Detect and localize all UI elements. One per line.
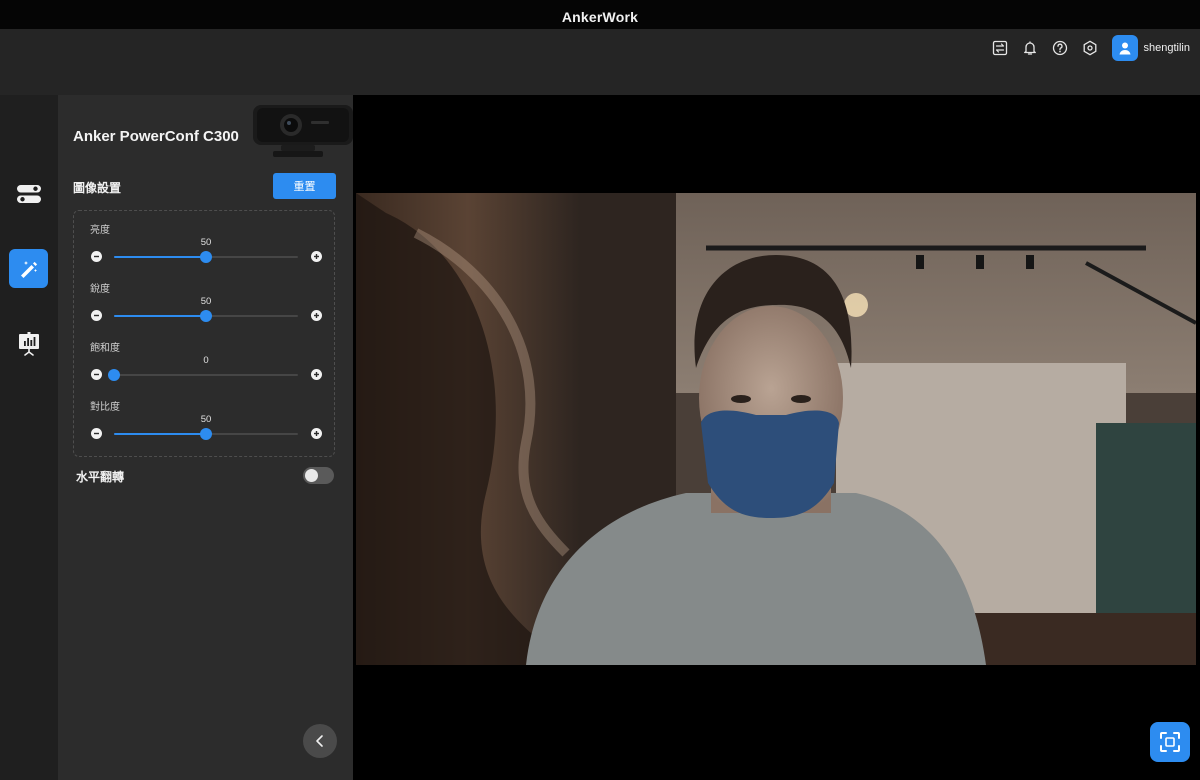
fullscreen-button[interactable] [1150, 722, 1190, 762]
sharpness-label: 銳度 [90, 284, 110, 295]
brightness-slider-thumb[interactable] [200, 250, 212, 263]
mirror-toggle-knob [305, 469, 318, 482]
settings-icon[interactable] [1080, 38, 1100, 58]
settings-panel: Anker PowerConf C300 圖像設置 重置 亮度 50 銳度 50… [58, 95, 353, 780]
minus-icon [94, 432, 99, 435]
sidebar-rail [0, 95, 58, 780]
sharpness-slider-row: 銳度 50 [74, 280, 334, 330]
saturation-slider-thumb[interactable] [108, 368, 120, 381]
image-sliders-group: 亮度 50 銳度 50 飽和度 0 對比度 50 [73, 210, 335, 457]
brightness-decrease-button[interactable] [91, 251, 102, 262]
saturation-decrease-button[interactable] [91, 369, 102, 380]
sidebar-item-presentation[interactable] [9, 324, 48, 363]
chevron-left-icon [316, 735, 323, 747]
collapse-panel-button[interactable] [303, 724, 337, 758]
sharpness-slider[interactable] [114, 309, 298, 322]
fullscreen-icon [1160, 732, 1180, 752]
avatar[interactable] [1111, 35, 1138, 61]
sidebar-item-image-settings[interactable] [9, 249, 48, 288]
app-title: AnkerWork [561, 9, 639, 25]
sharpness-value: 50 [200, 296, 212, 307]
user-icon [1119, 42, 1131, 55]
mirror-toggle-label: 水平翻轉 [76, 470, 125, 484]
contrast-label: 對比度 [90, 402, 120, 413]
contrast-decrease-button[interactable] [91, 428, 102, 439]
contrast-slider-row: 對比度 50 [74, 398, 334, 448]
reset-button[interactable]: 重置 [273, 173, 336, 199]
brightness-slider[interactable] [114, 250, 298, 263]
camera-feed-image [356, 193, 1196, 665]
saturation-label: 飽和度 [90, 343, 120, 354]
brightness-increase-button[interactable] [311, 251, 322, 262]
sharpness-decrease-button[interactable] [91, 310, 102, 321]
camera-preview [356, 193, 1196, 665]
switch-icon[interactable] [990, 38, 1010, 58]
saturation-increase-button[interactable] [311, 369, 322, 380]
presentation-stats-icon [18, 331, 39, 356]
contrast-slider-thumb[interactable] [200, 427, 212, 440]
contrast-increase-button[interactable] [311, 428, 322, 439]
image-settings-icon [20, 260, 37, 278]
brightness-value: 50 [200, 237, 212, 248]
contrast-value: 50 [200, 414, 212, 425]
saturation-value: 0 [203, 355, 209, 366]
saturation-slider-row: 飽和度 0 [74, 339, 334, 389]
plus-icon [314, 372, 319, 377]
brightness-label: 亮度 [90, 225, 110, 236]
sharpness-slider-thumb[interactable] [200, 309, 212, 322]
webcam-image [253, 105, 353, 157]
contrast-slider[interactable] [114, 427, 298, 440]
header-actions: shengtilin [990, 35, 1190, 61]
plus-icon [314, 254, 319, 259]
minus-icon [94, 373, 99, 376]
user-name[interactable]: shengtilin [1144, 42, 1190, 54]
minus-icon [94, 255, 99, 258]
sidebar-item-device-controls[interactable] [9, 174, 48, 213]
bell-icon[interactable] [1020, 38, 1040, 58]
brightness-slider-row: 亮度 50 [74, 221, 334, 271]
plus-icon [314, 313, 319, 318]
help-icon[interactable] [1050, 38, 1070, 58]
window-titlebar: AnkerWork [0, 0, 1200, 29]
device-controls-icon [16, 184, 41, 203]
minus-icon [94, 314, 99, 317]
section-title-image-settings: 圖像設置 [73, 181, 122, 195]
mirror-toggle[interactable] [303, 467, 334, 484]
saturation-slider[interactable] [108, 368, 298, 381]
plus-icon [314, 431, 319, 436]
sharpness-increase-button[interactable] [311, 310, 322, 321]
device-name: Anker PowerConf C300 [73, 128, 239, 145]
